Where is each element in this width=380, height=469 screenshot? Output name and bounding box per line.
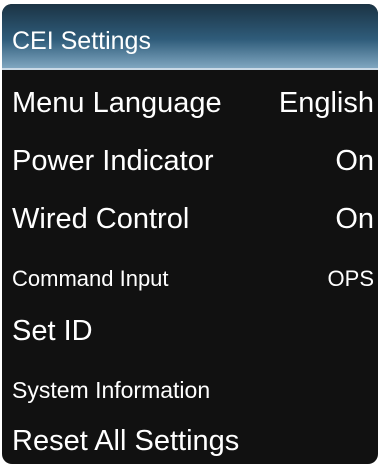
menu-item-value: English: [278, 87, 374, 119]
menu-item-value: On: [335, 145, 374, 177]
menu-item-reset-all-settings[interactable]: Reset All Settings: [2, 414, 378, 464]
menu-item-system-information[interactable]: System Information: [2, 360, 378, 410]
menu-item-value: OPS: [327, 266, 374, 291]
menu-item-label: Reset All Settings: [12, 425, 240, 457]
menu-item-label: Command Input: [12, 266, 169, 291]
menu-item-power-indicator[interactable]: Power Indicator On: [2, 134, 378, 184]
cei-settings-menu: CEI Settings Menu Language English Power…: [2, 4, 378, 464]
menu-title: CEI Settings: [12, 27, 151, 55]
menu-item-label: System Information: [12, 377, 211, 403]
menu-item-label: Wired Control: [12, 203, 190, 235]
menu-item-wired-control[interactable]: Wired Control On: [2, 192, 378, 242]
menu-item-command-input[interactable]: Command Input OPS: [2, 248, 378, 298]
menu-header: CEI Settings: [2, 4, 378, 70]
menu-item-label: Power Indicator: [12, 145, 214, 177]
menu-item-menu-language[interactable]: Menu Language English: [2, 76, 378, 126]
menu-item-value: On: [335, 203, 374, 235]
menu-item-label: Menu Language: [12, 87, 222, 119]
menu-item-set-id[interactable]: Set ID: [2, 304, 378, 354]
menu-item-label: Set ID: [12, 315, 93, 347]
